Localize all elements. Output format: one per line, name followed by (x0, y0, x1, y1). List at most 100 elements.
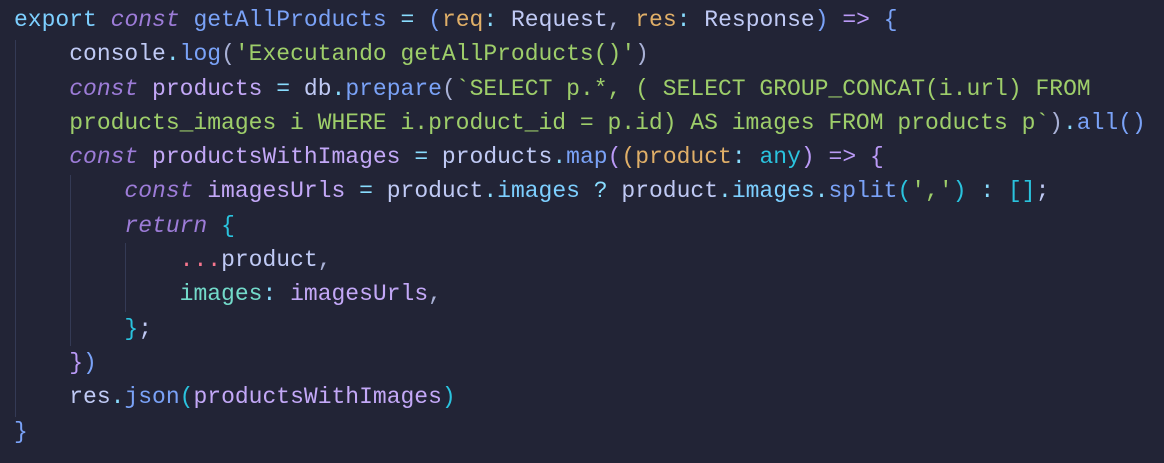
code-token: Response (704, 7, 815, 33)
code-token: () (1118, 109, 1146, 136)
code-token: console (14, 41, 166, 68)
code-token: } (69, 349, 84, 376)
code-token: ) (441, 384, 456, 411)
code-line: const imagesUrls = product.images ? prod… (14, 174, 1146, 208)
code-line: return { (14, 209, 1146, 243)
code-token: ) (635, 41, 649, 68)
code-editor[interactable]: export const getAllProducts = (req: Requ… (14, 3, 1146, 449)
code-token: product (607, 178, 719, 205)
code-token: ) (814, 7, 829, 33)
code-token: : (262, 281, 277, 308)
code-token: . (110, 384, 125, 411)
code-token: . (552, 144, 567, 171)
code-token: => (842, 7, 870, 33)
code-line: } (14, 415, 1146, 449)
code-token: product (635, 144, 732, 171)
code-token: all (1076, 109, 1119, 136)
code-token: ) (1049, 109, 1063, 136)
code-token: res (635, 7, 677, 33)
code-token: const (69, 144, 139, 171)
code-token: export (14, 7, 97, 33)
code-token: ) (952, 178, 967, 205)
code-token: imagesUrls (207, 178, 346, 205)
code-token: . (814, 178, 829, 205)
code-token: const (69, 75, 139, 102)
code-token: imagesUrls (290, 281, 429, 308)
code-token: Request (511, 7, 608, 33)
code-token: 'Executando getAllProducts()' (234, 41, 636, 68)
code-token: : (980, 178, 995, 205)
code-line: images: imagesUrls, (14, 277, 1146, 311)
code-token: getAllProducts (193, 7, 387, 33)
code-token: products (428, 144, 553, 171)
code-token: { (883, 7, 898, 33)
code-token: ( (621, 144, 636, 171)
code-token: const (124, 178, 194, 205)
code-token: productsWithImages (193, 384, 442, 411)
code-token: productsWithImages (152, 144, 401, 171)
code-token: . (1062, 109, 1077, 136)
code-token: ; (1035, 178, 1050, 205)
code-token: => (828, 144, 857, 171)
code-token: json (124, 384, 180, 411)
code-token: map (566, 144, 608, 171)
code-token: = (400, 7, 415, 33)
code-token: ( (428, 7, 442, 33)
code-token: ... (179, 247, 222, 274)
code-token: ; (138, 315, 153, 342)
code-token: images (731, 178, 815, 205)
code-line: const productsWithImages = products.map(… (14, 140, 1146, 174)
code-token: . (718, 178, 732, 205)
code-token: . (165, 41, 180, 68)
code-token: products_images i WHERE i.product_id = p… (14, 109, 1050, 136)
code-token: ( (179, 384, 194, 411)
code-token: = (359, 178, 373, 205)
code-line: ...product, (14, 243, 1146, 277)
code-token: ) (800, 144, 815, 171)
code-token: split (828, 178, 898, 205)
code-token: product (221, 247, 318, 274)
code-token: , (317, 247, 332, 274)
code-token: ( (897, 178, 912, 205)
code-token: : (731, 144, 746, 171)
code-token: ( (221, 41, 235, 68)
code-line: const products = db.prepare(`SELECT p.*,… (14, 72, 1146, 106)
code-line: }) (14, 346, 1146, 380)
code-token: { (221, 212, 235, 239)
code-token: return (124, 212, 208, 239)
code-token: db (290, 75, 332, 102)
code-token: : (676, 7, 691, 33)
code-token: prepare (345, 75, 442, 102)
code-token: [] (1007, 178, 1036, 205)
code-token: log (179, 41, 222, 68)
code-token: images (179, 281, 263, 308)
code-line: }; (14, 312, 1146, 346)
code-token: req (441, 7, 484, 33)
code-token: , (428, 281, 442, 308)
code-token: any (759, 144, 801, 171)
code-token: { (869, 144, 884, 171)
